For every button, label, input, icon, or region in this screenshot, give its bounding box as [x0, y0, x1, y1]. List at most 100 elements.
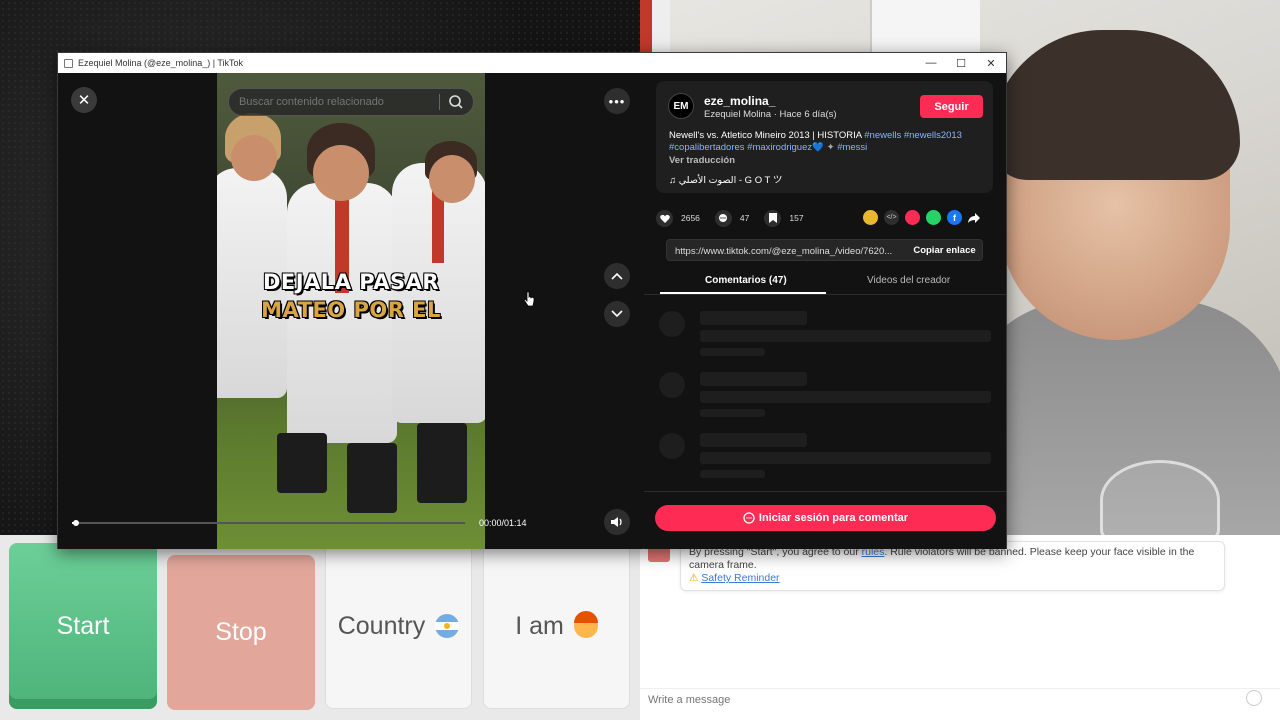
video-description: Newell's vs. Atletico Mineiro 2013 | HIS…: [669, 130, 989, 154]
comment-count: 47: [739, 213, 750, 223]
player-leg: [277, 433, 327, 493]
bookmark-icon: [768, 213, 777, 223]
copy-link-box: https://www.tiktok.com/@eze_molina_/vide…: [666, 239, 983, 261]
description-text: Newell's vs. Atletico Mineiro 2013 | HIS…: [669, 130, 862, 141]
author-meta: Ezequiel Molina · Hace 6 día(s): [704, 109, 837, 120]
embed-icon[interactable]: </>: [884, 210, 899, 225]
page-favicon-icon: [64, 58, 73, 68]
login-label: Iniciar sesión para comentar: [758, 512, 909, 524]
tab-comments[interactable]: Comentarios (47): [705, 275, 787, 286]
next-video-button[interactable]: [604, 301, 630, 327]
video-frame[interactable]: DEJALA PASAR MATEO POR EL: [217, 73, 485, 549]
emoji-picker-icon[interactable]: [1246, 690, 1262, 706]
warning-icon: ⚠: [689, 572, 699, 584]
sparkle-icon: ✦: [826, 142, 835, 153]
comment-skeleton-line: [700, 391, 991, 403]
related-search-input[interactable]: [228, 88, 474, 116]
engagement-stats: 2656 47 157: [656, 209, 819, 227]
save-count: 157: [789, 213, 804, 223]
gender-label: I am: [515, 611, 564, 640]
window-close-button[interactable]: ✕: [976, 53, 1006, 73]
close-player-button[interactable]: ✕: [71, 87, 97, 113]
previous-video-button[interactable]: [604, 263, 630, 289]
stop-button[interactable]: Stop: [167, 555, 315, 710]
comment-icon: [719, 214, 728, 222]
volume-button[interactable]: [604, 509, 630, 535]
progress-knob[interactable]: [72, 520, 79, 526]
webcam-poster-decoration: [870, 0, 980, 60]
comment-skeleton-line: [700, 330, 991, 342]
start-label: Start: [56, 611, 110, 640]
divider: [644, 491, 1006, 492]
video-link[interactable]: https://www.tiktok.com/@eze_molina_/vide…: [675, 246, 901, 257]
coin-share-icon[interactable]: [863, 210, 878, 225]
save-button[interactable]: [764, 209, 782, 227]
player-leg: [347, 443, 397, 513]
volume-icon: [611, 517, 622, 527]
search-divider: [439, 94, 440, 110]
argentina-flag-icon: [435, 614, 460, 638]
gender-button[interactable]: I am: [483, 543, 630, 709]
comment-bubble-icon: [743, 512, 755, 524]
follow-button[interactable]: Seguir: [920, 95, 983, 118]
comment-skeleton-line: [700, 433, 807, 447]
like-button[interactable]: [656, 209, 673, 227]
hashtag-link[interactable]: #newells: [864, 130, 901, 141]
video-player: DEJALA PASAR MATEO POR EL ✕ ••• 00:00/01…: [58, 73, 643, 549]
safety-reminder-link[interactable]: Safety Reminder: [701, 572, 779, 584]
sound-link[interactable]: ♫ الصوت الأصلي - G O T ツ: [669, 172, 782, 186]
comment-skeleton-avatar: [659, 433, 685, 459]
player-head: [313, 145, 369, 201]
country-label: Country: [337, 611, 426, 640]
player-leg: [417, 423, 467, 503]
comment-skeleton-line: [700, 311, 807, 325]
more-options-button[interactable]: •••: [604, 88, 630, 114]
comment-skeleton-line: [700, 409, 765, 417]
minimize-button[interactable]: —: [916, 53, 946, 73]
like-count: 2656: [681, 213, 700, 223]
webcam-glass: [1100, 460, 1220, 540]
comment-skeleton-avatar: [659, 372, 685, 398]
comment-skeleton-line: [700, 372, 807, 386]
tab-creator-videos[interactable]: Videos del creador: [867, 275, 950, 286]
active-tab-indicator: [660, 292, 826, 294]
panel-tabs: Comentarios (47) Videos del creador: [644, 272, 1006, 295]
author-avatar[interactable]: EM: [668, 93, 694, 119]
comment-skeleton-line: [700, 348, 765, 356]
send-icon[interactable]: [905, 210, 920, 225]
author-username[interactable]: eze_molina_: [704, 94, 775, 108]
comment-skeleton-avatar: [659, 311, 685, 337]
player-head: [429, 155, 475, 203]
video-caption-line2: MATEO POR EL: [261, 298, 441, 322]
maximize-button[interactable]: ☐: [946, 53, 976, 73]
facebook-icon[interactable]: f: [947, 210, 962, 225]
window-titlebar: Ezequiel Molina (@eze_molina_) | TikTok …: [58, 53, 1006, 73]
player-head: [231, 135, 277, 181]
message-input[interactable]: [640, 688, 1280, 710]
video-time: 00:00/01:14: [479, 518, 527, 528]
hashtag-link[interactable]: #newells2013: [904, 130, 962, 141]
share-options: </> f: [863, 210, 980, 225]
login-to-comment-button[interactable]: Iniciar sesión para comentar: [655, 505, 996, 531]
comment-skeleton-line: [700, 452, 991, 464]
hashtag-link[interactable]: #copalibertadores: [669, 142, 745, 153]
whatsapp-icon[interactable]: [926, 210, 941, 225]
hashtag-link[interactable]: #messi: [837, 142, 867, 153]
comment-button[interactable]: [714, 209, 732, 227]
country-button[interactable]: Country: [325, 543, 472, 709]
copy-link-button[interactable]: Copiar enlace: [905, 240, 984, 260]
stop-label: Stop: [215, 618, 267, 646]
share-arrow-icon[interactable]: [968, 212, 980, 223]
search-icon[interactable]: [448, 94, 464, 110]
heart-icon: [659, 214, 670, 223]
person-emoji-icon: [573, 611, 598, 638]
mouse-cursor-icon: [523, 291, 535, 307]
video-progress-bar[interactable]: [72, 520, 465, 526]
chevron-up-icon: [611, 272, 623, 280]
start-button[interactable]: Start: [9, 543, 157, 709]
webcam-flag-decoration: [640, 0, 670, 60]
tiktok-window: Ezequiel Molina (@eze_molina_) | TikTok …: [57, 52, 1007, 549]
hashtag-link[interactable]: #maxirodriguez💙: [747, 142, 824, 153]
see-translation-link[interactable]: Ver traducción: [669, 155, 735, 166]
video-details-panel: EM eze_molina_ Ezequiel Molina · Hace 6 …: [644, 73, 1006, 549]
